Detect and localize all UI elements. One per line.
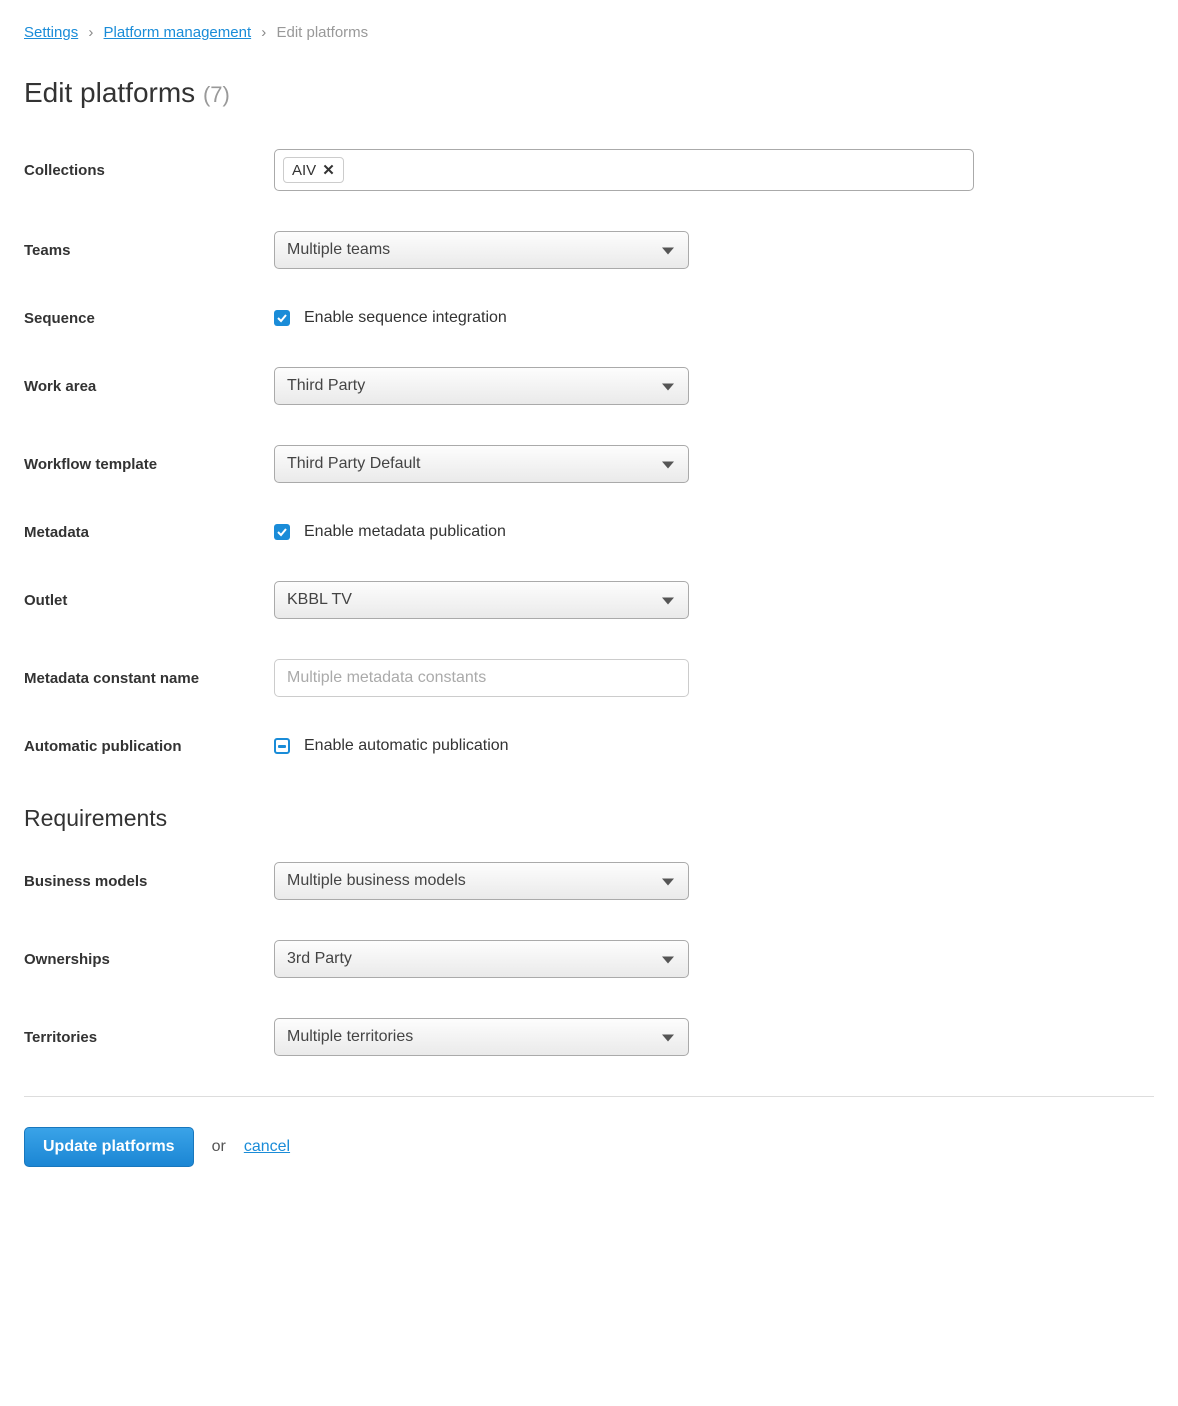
update-platforms-button[interactable]: Update platforms <box>24 1127 194 1167</box>
indeterminate-icon <box>278 745 286 748</box>
collection-token-label: AIV <box>292 162 316 179</box>
teams-select[interactable]: Multiple teams <box>274 231 689 269</box>
chevron-down-icon <box>662 879 674 886</box>
teams-label: Teams <box>24 242 274 259</box>
workflow-template-select[interactable]: Third Party Default <box>274 445 689 483</box>
metadata-checkbox-label: Enable metadata publication <box>304 523 506 541</box>
sequence-checkbox[interactable] <box>274 310 290 326</box>
page-title-text: Edit platforms <box>24 77 195 108</box>
metadata-constant-label: Metadata constant name <box>24 670 274 687</box>
metadata-constant-input[interactable] <box>274 659 689 697</box>
outlet-label: Outlet <box>24 592 274 609</box>
work-area-select[interactable]: Third Party <box>274 367 689 405</box>
page-title-count: (7) <box>203 82 230 107</box>
divider <box>24 1096 1154 1097</box>
check-icon <box>277 313 287 323</box>
sequence-label: Sequence <box>24 310 274 327</box>
chevron-down-icon <box>662 248 674 255</box>
metadata-checkbox[interactable] <box>274 524 290 540</box>
territories-select-value: Multiple territories <box>287 1028 413 1046</box>
collection-token[interactable]: AIV ✕ <box>283 157 344 183</box>
or-text: or <box>212 1138 226 1156</box>
form-actions: Update platforms or cancel <box>24 1127 1154 1167</box>
breadcrumb-separator: › <box>261 24 266 41</box>
collections-label: Collections <box>24 162 274 179</box>
breadcrumb-settings[interactable]: Settings <box>24 24 78 41</box>
chevron-down-icon <box>662 1035 674 1042</box>
business-models-label: Business models <box>24 873 274 890</box>
cancel-link[interactable]: cancel <box>244 1138 290 1156</box>
requirements-title: Requirements <box>24 805 1154 832</box>
workflow-template-select-value: Third Party Default <box>287 455 420 473</box>
breadcrumb: Settings › Platform management › Edit pl… <box>24 24 1154 41</box>
check-icon <box>277 527 287 537</box>
work-area-label: Work area <box>24 378 274 395</box>
territories-label: Territories <box>24 1029 274 1046</box>
metadata-label: Metadata <box>24 524 274 541</box>
chevron-down-icon <box>662 598 674 605</box>
automatic-publication-label: Automatic publication <box>24 738 274 755</box>
business-models-select-value: Multiple business models <box>287 872 466 890</box>
ownerships-select[interactable]: 3rd Party <box>274 940 689 978</box>
remove-token-icon[interactable]: ✕ <box>322 161 335 179</box>
sequence-checkbox-label: Enable sequence integration <box>304 309 507 327</box>
breadcrumb-separator: › <box>88 24 93 41</box>
ownerships-select-value: 3rd Party <box>287 950 352 968</box>
work-area-select-value: Third Party <box>287 377 365 395</box>
automatic-publication-checkbox[interactable] <box>274 738 290 754</box>
breadcrumb-current: Edit platforms <box>276 24 368 41</box>
breadcrumb-platform-management[interactable]: Platform management <box>104 24 252 41</box>
chevron-down-icon <box>662 462 674 469</box>
teams-select-value: Multiple teams <box>287 241 390 259</box>
business-models-select[interactable]: Multiple business models <box>274 862 689 900</box>
outlet-select[interactable]: KBBL TV <box>274 581 689 619</box>
outlet-select-value: KBBL TV <box>287 591 352 609</box>
collections-input[interactable]: AIV ✕ <box>274 149 974 191</box>
automatic-publication-checkbox-label: Enable automatic publication <box>304 737 509 755</box>
chevron-down-icon <box>662 384 674 391</box>
workflow-template-label: Workflow template <box>24 456 274 473</box>
chevron-down-icon <box>662 957 674 964</box>
territories-select[interactable]: Multiple territories <box>274 1018 689 1056</box>
page-title: Edit platforms (7) <box>24 77 1154 109</box>
ownerships-label: Ownerships <box>24 951 274 968</box>
